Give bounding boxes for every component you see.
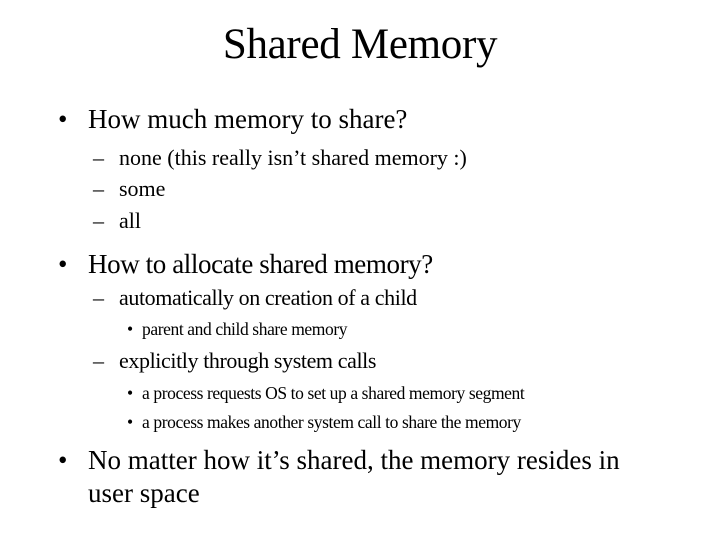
sub-bullet-text: explicitly through system calls [119,348,377,373]
bullet-text: How to allocate shared memory? [88,249,433,279]
bullet-how-much-memory: • How much memory to share? [58,102,408,136]
dash-marker: – [93,176,104,201]
sub-sub-bullet-parent-child: • parent and child share memory [127,318,348,340]
dash-marker: – [93,145,104,170]
sub-sub-bullet-text: parent and child share memory [142,319,348,339]
sub-sub-bullet-text: a process makes another system call to s… [142,412,521,432]
bullet-text: user space [88,478,200,508]
bullet-marker: • [127,383,133,403]
sub-bullet-some: – some [93,175,166,203]
dash-marker: – [93,208,104,233]
bullet-text: How much memory to share? [88,104,408,134]
sub-bullet-text: automatically on creation of a child [119,285,417,310]
sub-bullet-text: all [119,208,141,233]
dash-marker: – [93,348,104,373]
sub-bullet-explicitly: – explicitly through system calls [93,347,377,375]
slide-title: Shared Memory [222,21,498,68]
bullet-marker: • [58,104,68,134]
sub-sub-bullet-requests-os: • a process requests OS to set up a shar… [127,382,525,404]
sub-bullet-text: none (this really isn’t shared memory :) [119,145,467,170]
bullet-marker: • [127,412,133,432]
sub-bullet-all: – all [93,207,141,235]
bullet-text: No matter how it’s shared, the memory re… [88,445,620,475]
bullet-marker: • [127,319,133,339]
bullet-marker: • [58,445,68,475]
bullet-marker: • [58,249,68,279]
bullet-no-matter: • No matter how it’s shared, the memory … [58,443,620,477]
sub-bullet-automatically: – automatically on creation of a child [93,284,417,312]
sub-sub-bullet-text: a process requests OS to set up a shared… [142,383,525,403]
sub-sub-bullet-system-call: • a process makes another system call to… [127,411,521,433]
dash-marker: – [93,285,104,310]
sub-bullet-text: some [119,176,166,201]
bullet-how-to-allocate: • How to allocate shared memory? [58,247,433,281]
bullet-no-matter-continued: user space [88,476,200,510]
sub-bullet-none: – none (this really isn’t shared memory … [93,144,467,172]
